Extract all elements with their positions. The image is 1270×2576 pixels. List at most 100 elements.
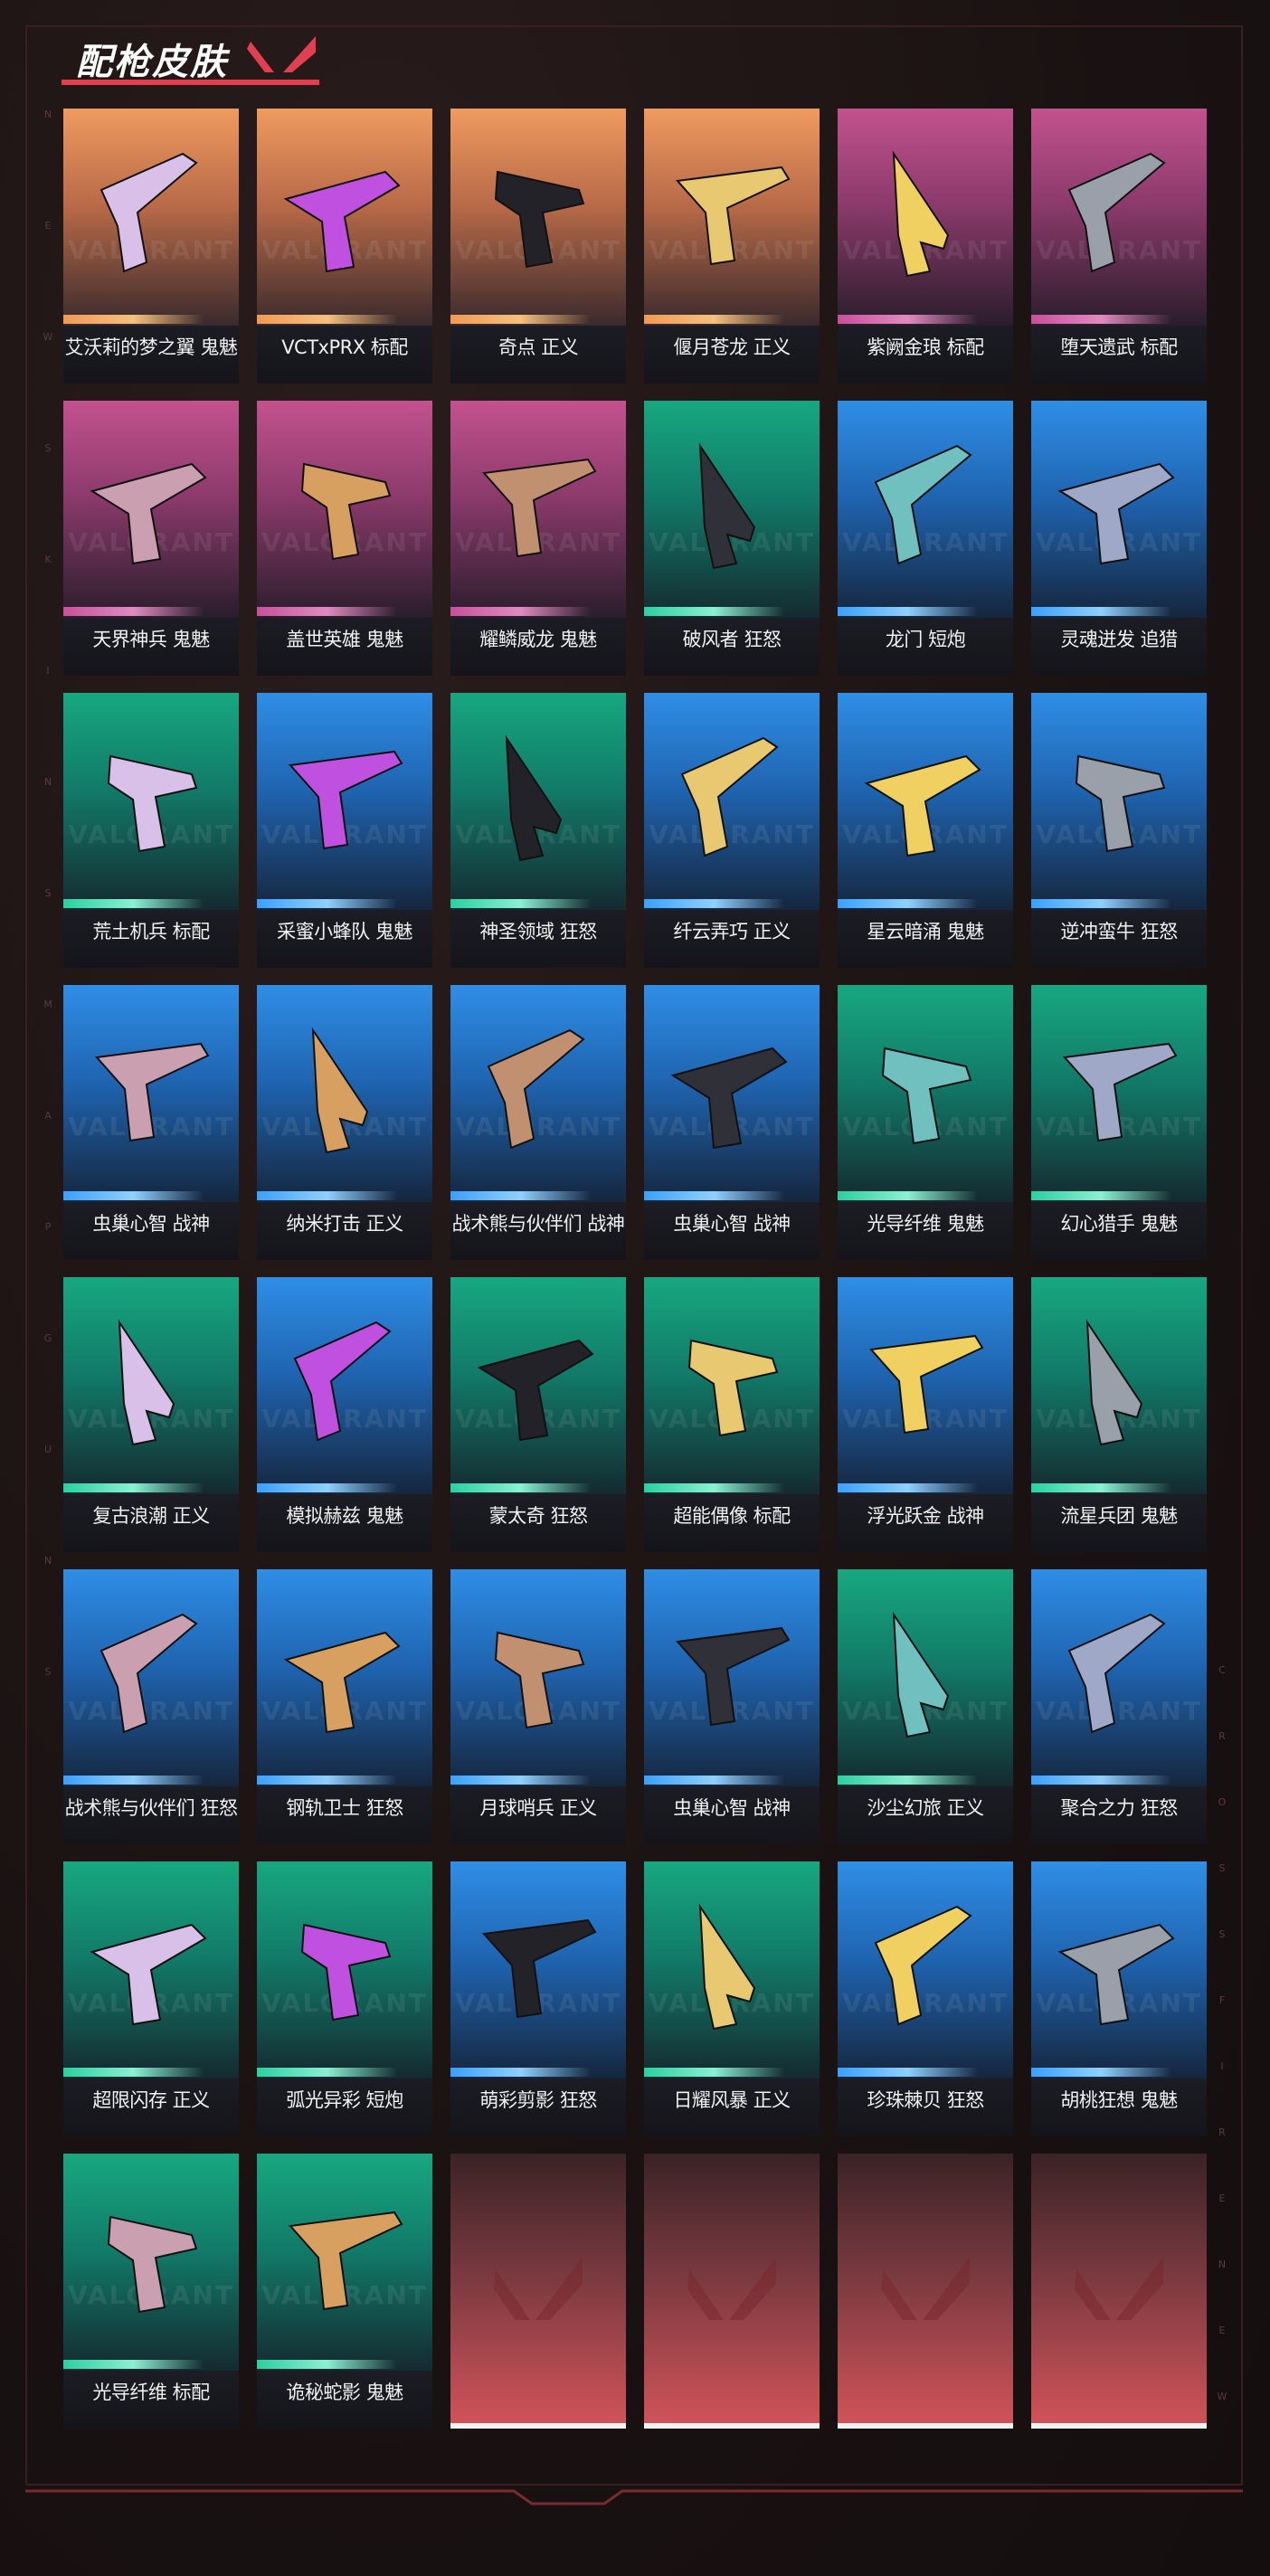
skin-card[interactable]: VALORANT虫巢心智 战神 (644, 1569, 820, 1844)
skin-name-label: 虫巢心智 战神 (92, 1213, 210, 1235)
skin-card[interactable]: VALORANT 艾沃莉的梦之翼 鬼魅 (63, 109, 239, 384)
skin-card[interactable]: VALORANT奇点 正义 (450, 109, 626, 384)
skin-card[interactable]: VALORANT萌彩剪影 狂怒 (450, 1861, 626, 2136)
skin-card[interactable]: VALORANT诡秘蛇影 鬼魅 (257, 2154, 432, 2429)
skin-card[interactable]: VALORANTVCTxPRX 标配 (257, 109, 432, 384)
skin-card[interactable]: VALORANT 聚合之力 狂怒 (1031, 1569, 1207, 1844)
side-letter: W (1217, 2391, 1227, 2402)
skin-card[interactable]: VALORANT蒙太奇 狂怒 (450, 1277, 626, 1552)
skin-name-label: 虫巢心智 战神 (673, 1797, 791, 1819)
rarity-accent-bar (644, 1483, 820, 1492)
rarity-accent-bar (838, 315, 1013, 324)
skin-card[interactable]: VALORANT月球哨兵 正义 (450, 1569, 626, 1844)
skin-card[interactable]: VALORANT超限闪存 正义 (63, 1861, 239, 2136)
skin-card[interactable]: VALORANT盖世英雄 鬼魅 (257, 401, 432, 676)
gun-skin-icon (90, 462, 207, 565)
skin-card[interactable]: VALORANT 流星兵团 鬼魅 (1031, 1277, 1207, 1552)
skin-card[interactable]: VALORANT钢轨卫士 狂怒 (257, 1569, 432, 1844)
side-letter: K (44, 554, 52, 565)
gun-skin-icon (874, 1905, 972, 2026)
gun-skin-icon (1063, 1042, 1178, 1142)
skin-card[interactable]: VALORANT超能偶像 标配 (644, 1277, 820, 1552)
gun-skin-icon (289, 750, 403, 850)
gun-skin-icon (300, 462, 392, 561)
gun-skin-icon (874, 444, 972, 565)
skin-card[interactable]: VALORANT虫巢心智 战神 (644, 985, 820, 1260)
skin-card[interactable]: VALORANT耀鳞威龙 鬼魅 (450, 401, 626, 676)
rarity-accent-bar (838, 1776, 1013, 1785)
rarity-accent-bar (450, 1776, 626, 1785)
rarity-accent-bar (1031, 899, 1207, 908)
gun-skin-icon (676, 166, 791, 266)
rarity-accent-bar (257, 2360, 432, 2369)
gun-skin-icon (90, 1923, 207, 2026)
side-letter: C (1218, 1664, 1226, 1676)
gun-skin-icon (283, 170, 401, 273)
skin-name-label: 天界神兵 鬼魅 (92, 629, 210, 650)
skin-card[interactable]: VALORANT采蜜小蜂队 鬼魅 (257, 693, 432, 968)
side-letter: N (43, 109, 52, 120)
skin-card[interactable]: VALORANT荒土机兵 标配 (63, 693, 239, 968)
rarity-accent-bar (257, 315, 432, 324)
skin-card[interactable]: VALORANT浮光跃金 战神 (838, 1277, 1013, 1552)
skin-name-label: 采蜜小蜂队 鬼魅 (277, 921, 412, 942)
skin-card[interactable]: VALORANT 神圣领域 狂怒 (450, 693, 626, 968)
skin-card[interactable]: VALORANT 紫阙金琅 标配 (838, 109, 1013, 384)
empty-skin-slot (450, 2154, 626, 2429)
skin-card[interactable]: VALORANT虫巢心智 战神 (63, 985, 239, 1260)
skin-card[interactable]: VALORANT天界神兵 鬼魅 (63, 401, 239, 676)
gun-skin-icon (670, 1046, 788, 1150)
skin-card[interactable]: VALORANT 战术熊与伙伴们 狂怒 (63, 1569, 239, 1844)
rarity-accent-bar (838, 2068, 1013, 2077)
skin-card[interactable]: VALORANT 模拟赫兹 鬼魅 (257, 1277, 432, 1552)
rarity-accent-bar (644, 899, 820, 908)
side-letter: W (43, 331, 53, 343)
skin-card[interactable]: VALORANT 堕天遗武 标配 (1031, 109, 1207, 384)
skin-card[interactable]: VALORANT 日耀风暴 正义 (644, 1861, 820, 2136)
skin-name-label: 胡桃狂想 鬼魅 (1060, 2089, 1178, 2111)
rarity-accent-bar (644, 1191, 820, 1200)
skin-card[interactable]: VALORANT幻心猎手 鬼魅 (1031, 985, 1207, 1260)
rarity-accent-bar (450, 899, 626, 908)
rarity-accent-bar (450, 2068, 626, 2077)
skin-card[interactable]: VALORANT 沙尘幻旅 正义 (838, 1569, 1013, 1844)
section-header: 配枪皮肤 (62, 25, 324, 89)
skin-card[interactable]: VALORANT 破风者 狂怒 (644, 401, 820, 676)
rarity-accent-bar (450, 1191, 626, 1200)
skin-card[interactable]: VALORANT 珍珠棘贝 狂怒 (838, 1861, 1013, 2136)
skin-card[interactable]: VALORANT光导纤维 标配 (63, 2154, 239, 2429)
rarity-accent-bar (63, 1776, 239, 1785)
skin-card[interactable]: VALORANT 纳米打击 正义 (257, 985, 432, 1260)
skin-name-label: 纤云弄巧 正义 (673, 921, 791, 942)
skin-card[interactable]: VALORANT胡桃狂想 鬼魅 (1031, 1861, 1207, 2136)
skin-card[interactable]: VALORANT 战术熊与伙伴们 战神 (450, 985, 626, 1260)
gun-skin-icon (477, 1339, 594, 1442)
skin-name-label: 纳米打击 正义 (286, 1213, 403, 1235)
gun-skin-icon (698, 1903, 756, 2031)
side-letter: I (1220, 2060, 1224, 2072)
skin-name-label: 奇点 正义 (498, 336, 579, 358)
skin-card[interactable]: VALORANT弧光异彩 短炮 (257, 1861, 432, 2136)
skin-name-label: 盖世英雄 鬼魅 (286, 629, 403, 650)
rarity-accent-bar (1031, 2068, 1207, 2077)
gun-skin-icon (95, 1042, 210, 1142)
rarity-accent-bar (1031, 1483, 1207, 1492)
skin-card[interactable]: VALORANT灵魂迸发 追猎 (1031, 401, 1207, 676)
skin-card[interactable]: VALORANT星云暗涌 鬼魅 (838, 693, 1013, 968)
skin-card[interactable]: VALORANT 纤云弄巧 正义 (644, 693, 820, 968)
skin-name-label: 沙尘幻旅 正义 (867, 1797, 984, 1819)
skin-card[interactable]: VALORANT逆冲蛮牛 狂怒 (1031, 693, 1207, 968)
skin-card[interactable]: VALORANT 复古浪潮 正义 (63, 1277, 239, 1552)
empty-slot-underline (838, 2423, 1013, 2429)
skin-card[interactable]: VALORANT偃月苍龙 正义 (644, 109, 820, 384)
skin-card[interactable]: VALORANT光导纤维 鬼魅 (838, 985, 1013, 1260)
valorant-logo-icon (494, 2257, 583, 2320)
gun-skin-icon (1057, 462, 1175, 565)
skin-card[interactable]: VALORANT 龙门 短炮 (838, 401, 1013, 676)
bottom-divider (25, 2489, 1243, 2505)
valorant-logo-icon (247, 36, 316, 72)
side-letter: N (1218, 2259, 1227, 2270)
gun-skin-icon (100, 152, 198, 273)
skin-name-label: 月球哨兵 正义 (479, 1797, 597, 1819)
rarity-accent-bar (257, 2068, 432, 2077)
